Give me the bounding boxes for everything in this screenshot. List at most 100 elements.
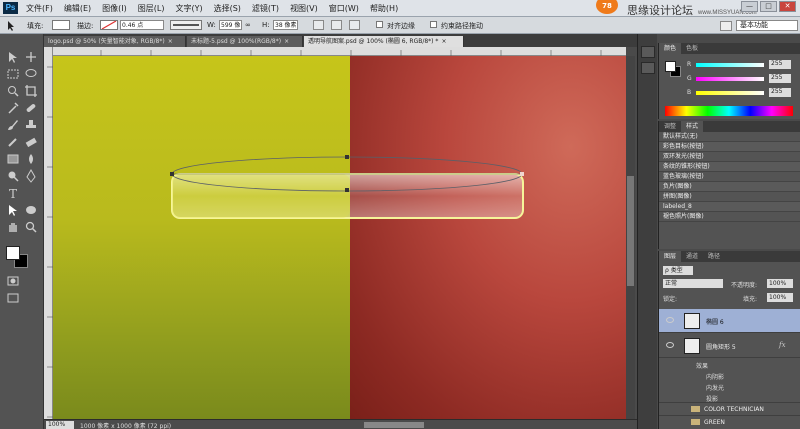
close-icon[interactable]: × (441, 38, 446, 45)
effect-inner-glow[interactable]: 内发光 (706, 383, 724, 392)
style-item[interactable]: 拼图(图像) (659, 192, 800, 202)
fill-field[interactable]: 100% (767, 293, 793, 302)
menu-file[interactable]: 文件(F) (26, 3, 53, 14)
menu-image[interactable]: 图像(I) (102, 3, 127, 14)
style-item[interactable]: 条纹的锥形(按钮) (659, 162, 800, 172)
crop-tool-icon[interactable] (24, 84, 38, 98)
doc-tab-active[interactable]: 透明导航图案.psd @ 100% (椭圆 6, RGB/8*) * × (304, 36, 464, 47)
eyedropper-tool-icon[interactable] (6, 101, 20, 115)
fx-icon[interactable]: fx (779, 341, 786, 349)
ellipse-tool-icon[interactable] (24, 203, 38, 217)
eye-icon[interactable] (666, 342, 674, 348)
close-icon[interactable]: × (284, 38, 289, 45)
marquee-tool-icon[interactable] (6, 67, 20, 81)
scrollbar-thumb[interactable] (627, 176, 634, 286)
zoom-tool-icon[interactable] (24, 220, 38, 234)
horizontal-scrollbar[interactable] (364, 422, 424, 428)
tab-styles[interactable]: 样式 (681, 121, 704, 132)
vertical-ruler[interactable] (44, 47, 53, 419)
width-field[interactable]: 599 像 (219, 20, 242, 30)
history-brush-icon[interactable] (6, 135, 20, 149)
close-button[interactable]: ✕ (779, 1, 796, 12)
layer-filter-select[interactable]: ρ 类型 (663, 266, 693, 275)
zoom-field[interactable]: 100% (46, 421, 74, 429)
path-arrangement-icon[interactable] (349, 20, 360, 30)
properties-icon[interactable] (641, 62, 655, 74)
stroke-type-select[interactable] (170, 20, 202, 30)
layer-group-row[interactable]: GREEN (659, 415, 800, 427)
green-slider[interactable] (696, 77, 764, 81)
tab-adjustments[interactable]: 调整 (659, 121, 681, 132)
blur-tool-icon[interactable] (24, 152, 38, 166)
tab-channels[interactable]: 通道 (681, 251, 703, 262)
red-value[interactable]: 255 (769, 60, 791, 69)
style-item[interactable]: 负片(图像) (659, 182, 800, 192)
doc-tab-logo[interactable]: logo.psd @ 50% (矢量智能对象, RGB/8*) × (44, 36, 186, 47)
type-tool-icon[interactable]: T (6, 186, 20, 201)
artboard-tool-icon[interactable] (24, 50, 38, 64)
stroke-swatch[interactable] (100, 20, 118, 30)
maximize-button[interactable]: □ (760, 1, 777, 12)
menu-window[interactable]: 窗口(W) (329, 3, 359, 14)
healing-brush-icon[interactable] (24, 101, 38, 115)
blue-value[interactable]: 255 (769, 88, 791, 97)
horizontal-ruler[interactable] (51, 47, 626, 56)
menu-edit[interactable]: 编辑(E) (64, 3, 91, 14)
quick-select-tool-icon[interactable] (6, 84, 20, 98)
style-item[interactable]: labeled_8 (659, 202, 800, 212)
minimize-button[interactable]: — (741, 1, 758, 12)
brush-tool-icon[interactable] (6, 118, 20, 132)
path-select-tool-icon[interactable] (6, 20, 16, 31)
screen-mode-icon[interactable] (6, 291, 20, 305)
layer-row-ellipse[interactable]: 椭圆 6 (659, 309, 800, 333)
layer-row-rounded-rect[interactable]: 圆角矩形 5 fx (659, 334, 800, 358)
quick-mask-icon[interactable] (6, 274, 20, 288)
move-tool-icon[interactable] (6, 50, 20, 64)
constrain-path-checkbox[interactable] (430, 21, 437, 28)
dodge-tool-icon[interactable] (6, 169, 20, 183)
vertical-scrollbar[interactable] (626, 56, 635, 419)
path-alignment-icon[interactable] (331, 20, 342, 30)
style-item[interactable]: 蓝色玻璃(按钮) (659, 172, 800, 182)
workspace-select[interactable]: 基本功能 (736, 20, 798, 31)
menu-help[interactable]: 帮助(H) (370, 3, 398, 14)
blend-mode-select[interactable]: 正常 (663, 279, 723, 288)
eraser-tool-icon[interactable] (24, 135, 38, 149)
opacity-field[interactable]: 100% (767, 279, 793, 288)
menu-layer[interactable]: 图层(L) (138, 3, 165, 14)
align-edges-checkbox[interactable] (376, 21, 383, 28)
height-field[interactable]: 38 像素 (273, 20, 298, 30)
tab-color[interactable]: 颜色 (659, 43, 682, 54)
hand-tool-icon[interactable] (6, 220, 20, 234)
tab-swatches[interactable]: 色板 (681, 43, 703, 54)
tab-layers[interactable]: 图层 (659, 251, 682, 262)
panel-foreground-swatch[interactable] (665, 61, 676, 72)
clone-stamp-icon[interactable] (24, 118, 38, 132)
link-icon[interactable]: ∞ (245, 21, 251, 29)
close-icon[interactable]: × (168, 38, 173, 45)
layer-group-row[interactable]: COLOR TECHNICIAN (659, 402, 800, 414)
style-item[interactable]: 双环发光(按钮) (659, 152, 800, 162)
search-icon[interactable] (720, 21, 732, 31)
document-canvas[interactable] (53, 56, 626, 419)
history-icon[interactable] (641, 46, 655, 58)
red-slider[interactable] (696, 63, 764, 67)
style-item[interactable]: 褪色照片(图像) (659, 212, 800, 222)
menu-filter[interactable]: 滤镜(T) (252, 3, 279, 14)
gradient-tool-icon[interactable] (6, 152, 20, 166)
green-value[interactable]: 255 (769, 74, 791, 83)
path-selection-tool-icon[interactable] (6, 203, 20, 217)
fill-swatch[interactable] (52, 20, 70, 30)
pen-tool-icon[interactable] (24, 168, 38, 183)
color-spectrum[interactable] (665, 106, 793, 116)
stroke-width-field[interactable]: 0.46 点 (120, 20, 164, 30)
effect-inner-shadow[interactable]: 内阴影 (706, 372, 724, 381)
foreground-color-swatch[interactable] (6, 246, 20, 260)
doc-tab-untitled[interactable]: 未标题-5.psd @ 100%(RGB/8*) × (187, 36, 303, 47)
path-operations-icon[interactable] (313, 20, 324, 30)
style-item[interactable]: 彩色目标(按钮) (659, 142, 800, 152)
style-item[interactable]: 默认样式(无) (659, 132, 800, 142)
tab-paths[interactable]: 路径 (703, 251, 725, 262)
menu-type[interactable]: 文字(Y) (175, 3, 202, 14)
menu-view[interactable]: 视图(V) (290, 3, 318, 14)
